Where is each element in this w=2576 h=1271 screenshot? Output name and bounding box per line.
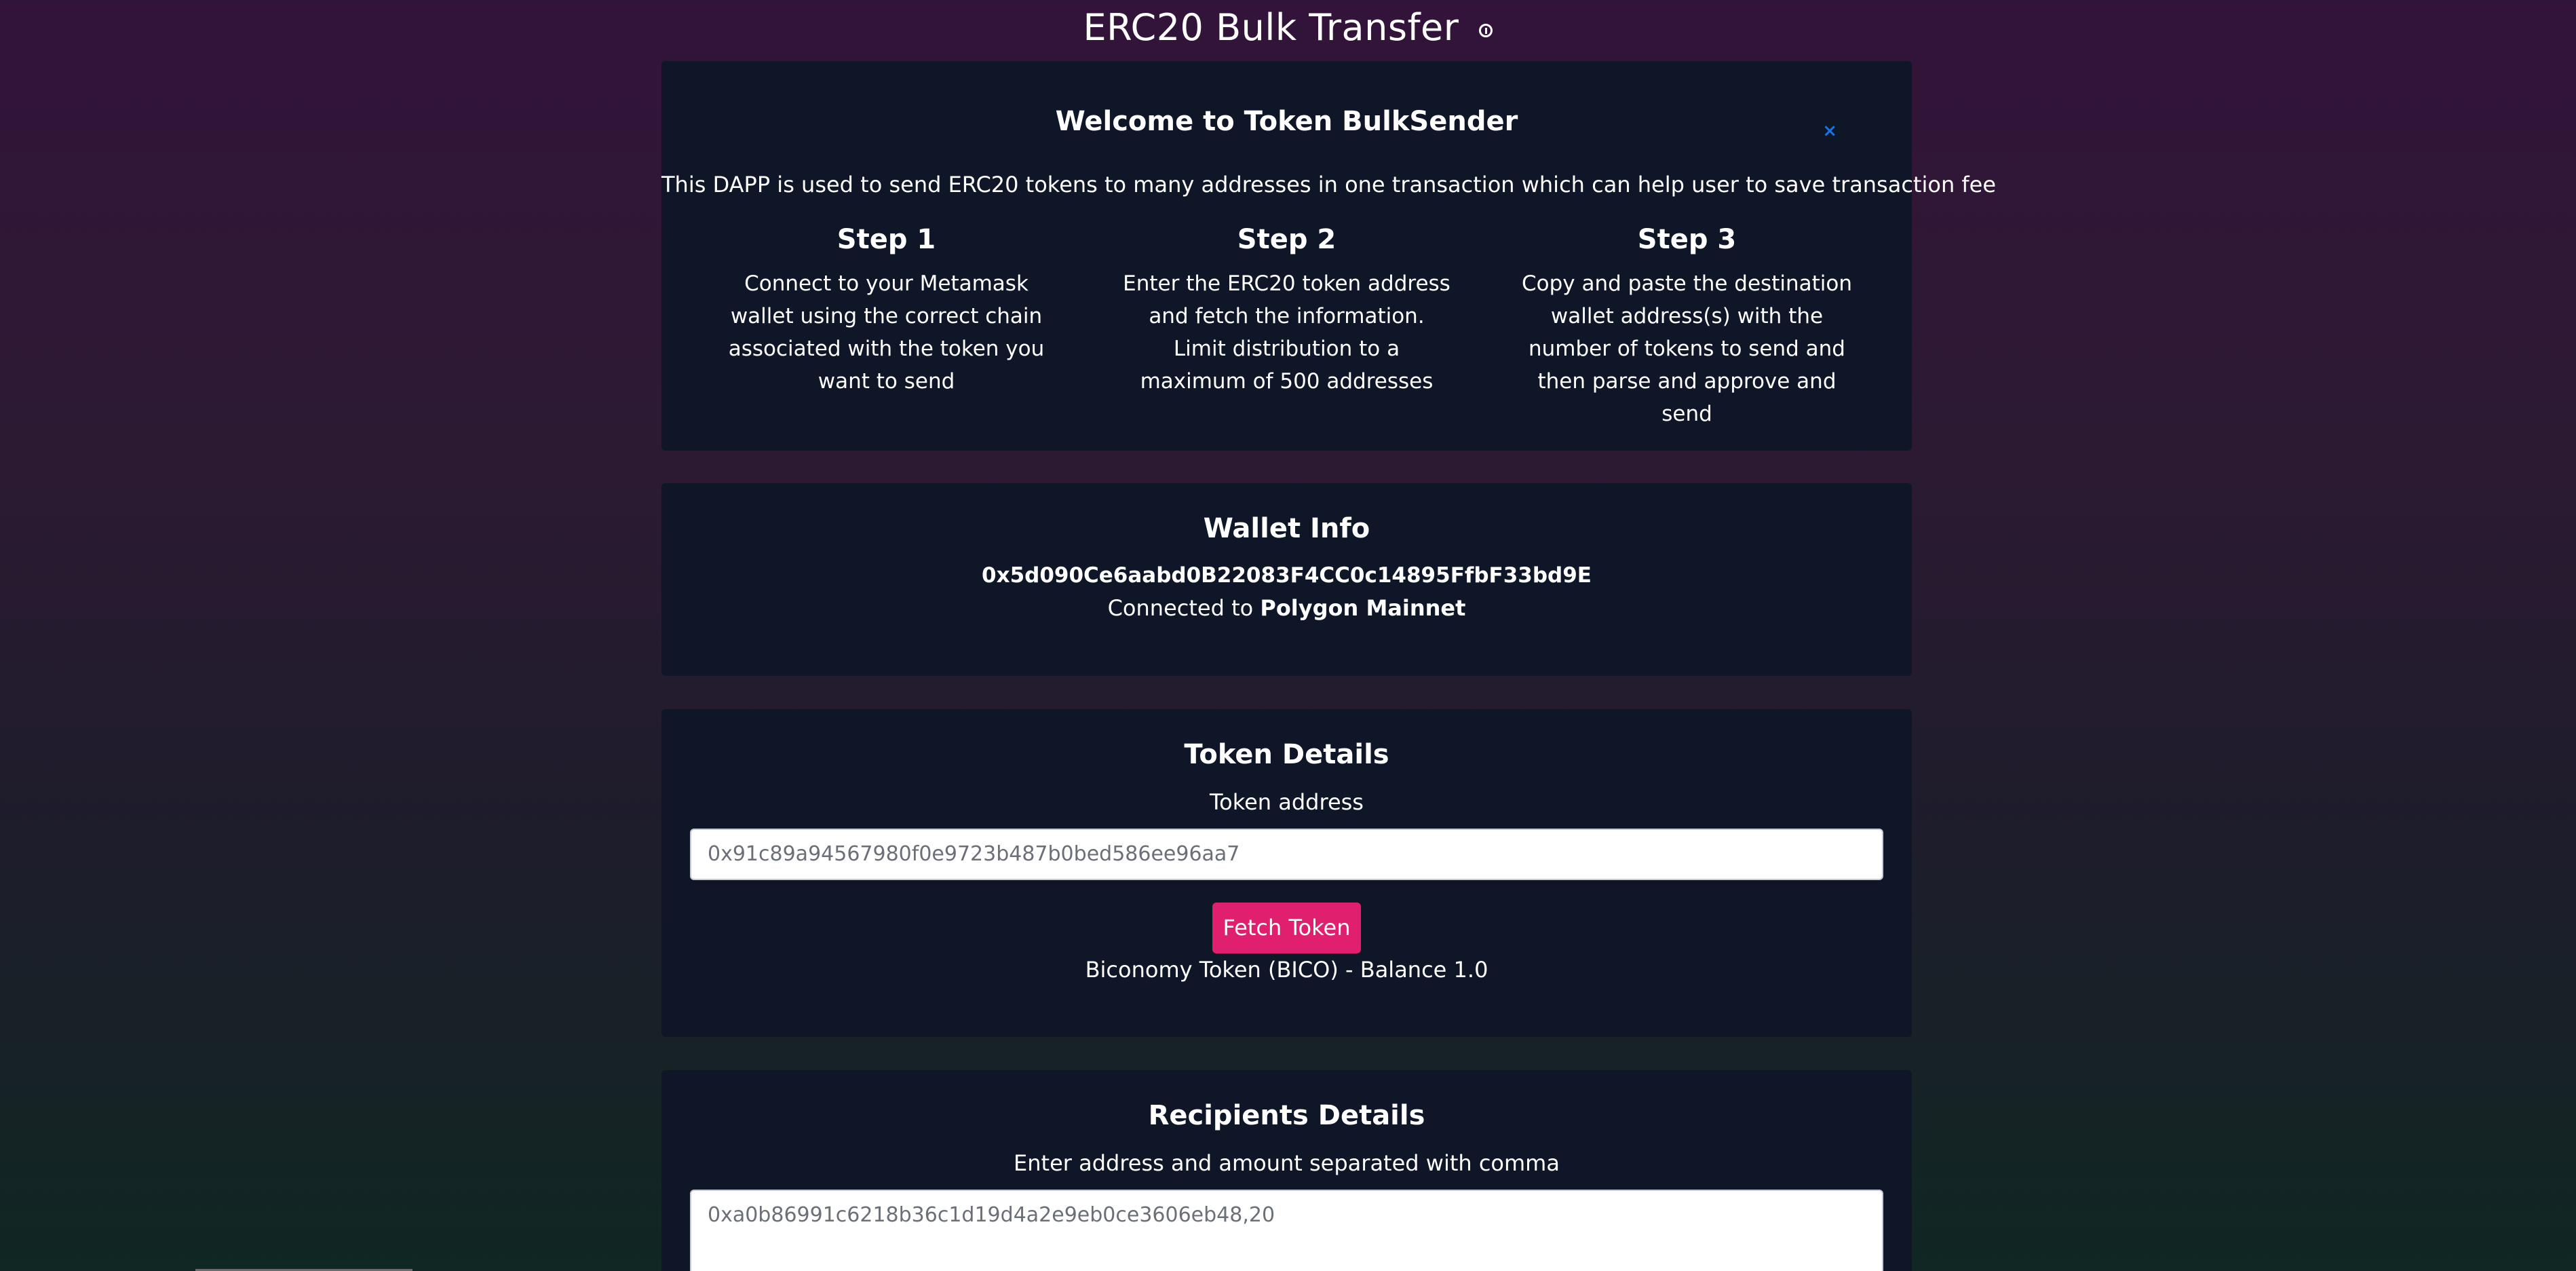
steps-list: Step 1 Connect to your Metamask wallet u…	[661, 224, 1912, 430]
info-circle-icon[interactable]	[1479, 24, 1493, 37]
wallet-info-card: Wallet Info 0x5d090Ce6aabd0B22083F4CC0c1…	[661, 483, 1912, 676]
token-details-card: Token Details Token address 0x91c89a9456…	[661, 709, 1912, 1037]
token-address-input[interactable]: 0x91c89a94567980f0e9723b487b0bed586ee96a…	[690, 829, 1883, 880]
token-address-label: Token address	[1210, 789, 1364, 815]
welcome-description: This DAPP is used to send ERC20 tokens t…	[661, 172, 1997, 197]
wallet-address: 0x5d090Ce6aabd0B22083F4CC0c14895FfbF33bd…	[982, 563, 1592, 588]
step-title: Step 3	[1637, 224, 1737, 255]
welcome-card: Welcome to Token BulkSender × This DAPP …	[661, 61, 1997, 451]
token-title: Token Details	[1184, 739, 1389, 770]
step-1: Step 1 Connect to your Metamask wallet u…	[720, 224, 1053, 430]
wallet-title: Wallet Info	[1203, 513, 1370, 544]
network-prefix: Connected to	[1107, 595, 1254, 621]
step-text: Copy and paste the destination wallet ad…	[1522, 271, 1852, 426]
step-3: Step 3 Copy and paste the destination wa…	[1521, 224, 1853, 430]
welcome-title: Welcome to Token BulkSender	[1055, 106, 1518, 137]
token-info-text: Biconomy Token (BICO) - Balance 1.0	[1085, 957, 1488, 983]
fetch-token-button[interactable]: Fetch Token	[1212, 903, 1361, 953]
step-text: Connect to your Metamask wallet using th…	[728, 271, 1045, 394]
network-name: Polygon Mainnet	[1260, 595, 1466, 621]
step-title: Step 2	[1237, 224, 1337, 255]
recipients-title: Recipients Details	[1148, 1100, 1425, 1131]
app-header: ERC20 Bulk Transfer	[0, 0, 2576, 54]
recipients-details-card: Recipients Details Enter address and amo…	[661, 1070, 1912, 1271]
recipients-instruction: Enter address and amount separated with …	[1014, 1150, 1560, 1176]
step-title: Step 1	[837, 224, 936, 255]
step-text: Enter the ERC20 token address and fetch …	[1123, 271, 1450, 394]
page-title: ERC20 Bulk Transfer	[1083, 5, 1459, 49]
close-button[interactable]: ×	[1822, 121, 1837, 141]
step-2: Step 2 Enter the ERC20 token address and…	[1121, 224, 1453, 430]
network-status: Connected to Polygon Mainnet	[661, 595, 1912, 621]
recipients-textarea[interactable]: 0xa0b86991c6218b36c1d19d4a2e9eb0ce3606eb…	[690, 1190, 1883, 1271]
